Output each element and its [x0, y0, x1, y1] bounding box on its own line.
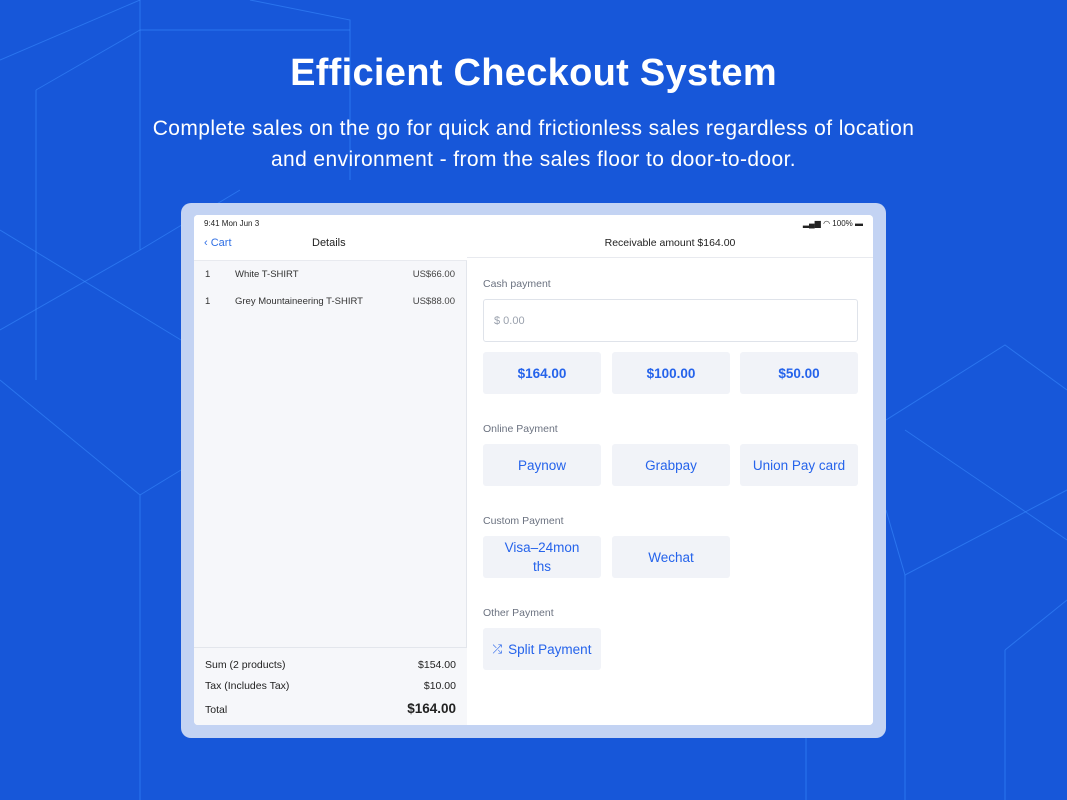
details-header: 9:41 Mon Jun 3 ‹ Cart Details: [194, 215, 467, 261]
item-name: White T-SHIRT: [235, 269, 299, 280]
order-summary: Sum (2 products) $154.00 Tax (Includes T…: [194, 647, 467, 725]
tax-row: Tax (Includes Tax) $10.00: [205, 680, 456, 692]
battery-percent: 100%: [832, 219, 853, 228]
split-payment-label: Split Payment: [508, 641, 592, 657]
shuffle-icon: ⤮: [492, 641, 503, 656]
other-payment-label: Other Payment: [483, 607, 554, 619]
item-name: Grey Mountaineering T-SHIRT: [235, 296, 363, 307]
tablet-screen: 9:41 Mon Jun 3 ‹ Cart Details 1 White T-…: [194, 215, 873, 725]
receivable-amount: Receivable amount $164.00: [604, 237, 736, 249]
sum-value: $154.00: [418, 659, 456, 671]
quick-amount-100-button[interactable]: $100.00: [612, 352, 730, 394]
paynow-button[interactable]: Paynow: [483, 444, 601, 486]
quick-amount-164-button[interactable]: $164.00: [483, 352, 601, 394]
tax-value: $10.00: [423, 680, 456, 692]
hero-subtitle: Complete sales on the go for quick and f…: [100, 113, 967, 175]
total-label: Total: [205, 704, 228, 716]
payment-pane: ▂▄▆ ◠ 100% ▬ Receivable amount $164.00 C…: [467, 215, 873, 725]
list-item: 1 White T-SHIRT US$66.00: [194, 269, 467, 289]
sum-label: Sum (2 products): [205, 659, 286, 671]
quick-amount-50-button[interactable]: $50.00: [740, 352, 858, 394]
item-price: US$66.00: [412, 269, 455, 280]
status-icons: ▂▄▆ ◠ 100% ▬: [803, 219, 863, 228]
custom-payment-label: Custom Payment: [483, 515, 564, 527]
payment-header: ▂▄▆ ◠ 100% ▬ Receivable amount $164.00: [467, 215, 873, 258]
item-qty: 1: [205, 296, 211, 307]
status-time: 9:41 Mon Jun 3: [204, 219, 260, 228]
wifi-icon: ◠: [823, 219, 831, 228]
cash-amount-input[interactable]: [483, 299, 858, 342]
item-price: US$88.00: [412, 296, 455, 307]
item-qty: 1: [205, 269, 211, 280]
grabpay-button[interactable]: Grabpay: [612, 444, 730, 486]
online-payment-label: Online Payment: [483, 423, 558, 435]
total-value: $164.00: [407, 701, 456, 716]
back-to-cart-button[interactable]: ‹ Cart: [204, 237, 232, 249]
wechat-button[interactable]: Wechat: [612, 536, 730, 578]
signal-icon: ▂▄▆: [802, 219, 821, 228]
list-item: 1 Grey Mountaineering T-SHIRT US$88.00: [194, 296, 467, 316]
details-title: Details: [312, 237, 346, 249]
tablet-frame: 9:41 Mon Jun 3 ‹ Cart Details 1 White T-…: [181, 203, 886, 738]
sum-row: Sum (2 products) $154.00: [205, 659, 456, 671]
details-pane: 9:41 Mon Jun 3 ‹ Cart Details 1 White T-…: [194, 215, 467, 725]
union-pay-card-button[interactable]: Union Pay card: [740, 444, 858, 486]
back-label: Cart: [210, 237, 232, 249]
hero-title: Efficient Checkout System: [290, 52, 777, 94]
cash-payment-label: Cash payment: [483, 278, 551, 290]
hero-subtitle-line2: and environment - from the sales floor t…: [270, 148, 797, 171]
split-payment-button[interactable]: ⤮ Split Payment: [483, 628, 601, 670]
hero-subtitle-line1: Complete sales on the go for quick and f…: [152, 117, 915, 140]
visa-24months-button[interactable]: Visa–24mon ths: [483, 536, 601, 578]
battery-icon: ▬: [855, 219, 863, 228]
chevron-left-icon: ‹: [204, 237, 208, 249]
total-row: Total $164.00: [205, 701, 456, 716]
tax-label: Tax (Includes Tax): [205, 680, 290, 692]
